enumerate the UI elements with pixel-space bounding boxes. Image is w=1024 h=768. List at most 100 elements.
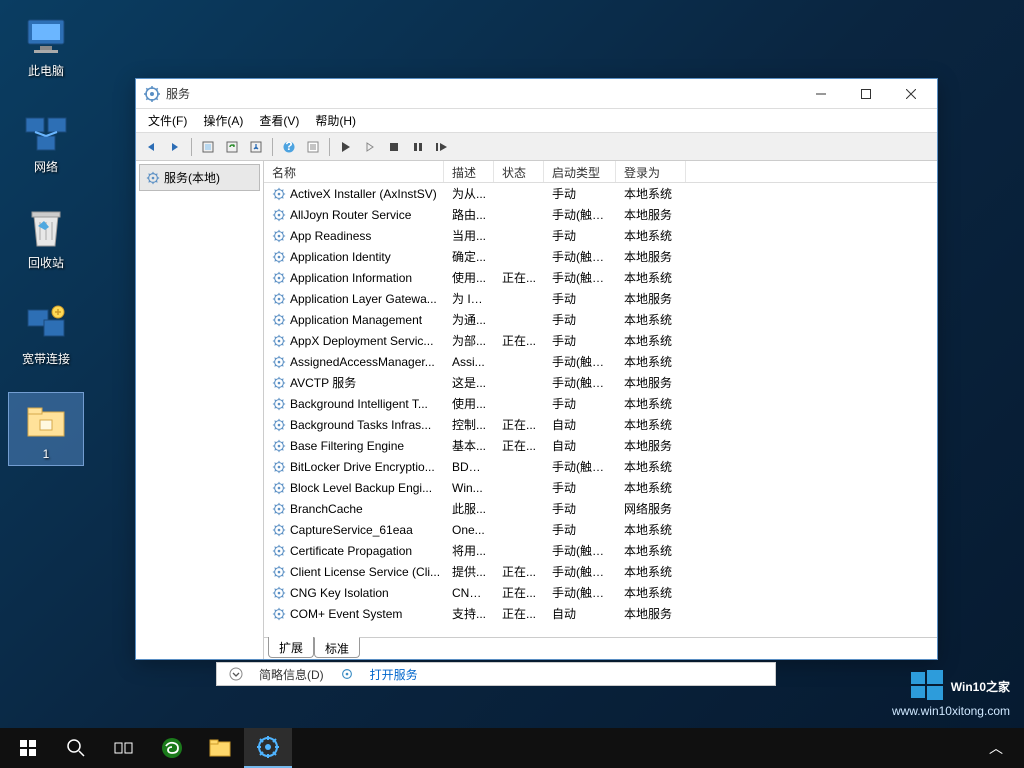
service-row[interactable]: BitLocker Drive Encryptio...BDE...手动(触发.… [264,456,937,477]
gear-icon [272,229,286,243]
menu-file[interactable]: 文件(F) [140,110,195,131]
stop-service-button[interactable] [383,136,405,158]
tab-extended[interactable]: 扩展 [268,637,314,658]
service-startup: 自动 [544,605,616,622]
forward-button[interactable] [164,136,186,158]
service-startup: 手动(触发... [544,206,616,223]
service-row[interactable]: Application Management为通...手动本地系统 [264,309,937,330]
folder-icon [22,397,70,445]
titlebar[interactable]: 服务 [136,79,937,109]
gear-icon [144,86,160,102]
chevron-down-icon[interactable] [229,667,243,681]
service-row[interactable]: BranchCache此服...手动网络服务 [264,498,937,519]
edge-icon[interactable] [148,728,196,768]
refresh-button[interactable] [221,136,243,158]
taskview-button[interactable] [100,728,148,768]
service-row[interactable]: Base Filtering Engine基本...正在...自动本地服务 [264,435,937,456]
col-name[interactable]: 名称 [264,161,444,182]
export-button[interactable] [245,136,267,158]
service-desc: 将用... [444,542,494,559]
open-services-link[interactable]: 打开服务 [370,666,418,683]
service-row[interactable]: ActiveX Installer (AxInstSV)为从...手动本地系统 [264,183,937,204]
start-button[interactable] [4,728,52,768]
close-button[interactable] [888,80,933,108]
service-name: AVCTP 服务 [264,374,444,391]
service-logon: 本地服务 [616,374,686,391]
settings-icon[interactable] [244,728,292,768]
service-desc: 基本... [444,437,494,454]
desktop-icon-recycle[interactable]: 回收站 [8,200,84,275]
service-row[interactable]: Block Level Backup Engi...Win...手动本地系统 [264,477,937,498]
gear-icon [272,355,286,369]
desktop-icon-network[interactable]: 网络 [8,104,84,179]
services-window: 服务 文件(F) 操作(A) 查看(V) 帮助(H) ? [135,78,938,660]
search-button[interactable] [52,728,100,768]
service-startup: 手动(触发... [544,248,616,265]
service-row[interactable]: Application Layer Gatewa...为 In...手动本地服务 [264,288,937,309]
back-button[interactable] [140,136,162,158]
col-logon[interactable]: 登录为 [616,161,686,182]
desktop-icon-label: 此电脑 [28,62,64,79]
up-button[interactable] [197,136,219,158]
tray-chevron-icon[interactable]: ︿ [972,728,1020,768]
service-desc: BDE... [444,460,494,474]
gear-icon [272,544,286,558]
pause-service-button[interactable] [407,136,429,158]
service-row[interactable]: Application Information使用...正在...手动(触发..… [264,267,937,288]
col-desc[interactable]: 描述 [444,161,494,182]
view-tabs: 扩展 标准 [264,637,937,659]
service-name: CaptureService_61eaa [264,523,444,537]
service-row[interactable]: AssignedAccessManager...Assi...手动(触发...本… [264,351,937,372]
col-status[interactable]: 状态 [494,161,544,182]
maximize-button[interactable] [843,80,888,108]
service-name: ActiveX Installer (AxInstSV) [264,187,444,201]
service-row[interactable]: CNG Key IsolationCNG...正在...手动(触发...本地系统 [264,582,937,603]
service-logon: 本地系统 [616,479,686,496]
tab-standard[interactable]: 标准 [314,637,360,658]
restart-service-button[interactable] [431,136,453,158]
service-row[interactable]: Client License Service (Cli...提供...正在...… [264,561,937,582]
service-status: 正在... [494,416,544,433]
gear-icon [146,171,160,185]
service-row[interactable]: AVCTP 服务这是...手动(触发...本地服务 [264,372,937,393]
menu-view[interactable]: 查看(V) [251,110,307,131]
start-service-alt-button[interactable] [359,136,381,158]
service-row[interactable]: CaptureService_61eaaOne...手动本地系统 [264,519,937,540]
gear-icon [272,313,286,327]
menu-action[interactable]: 操作(A) [195,110,251,131]
windows-logo-icon [909,668,945,704]
service-row[interactable]: AllJoyn Router Service路由...手动(触发...本地服务 [264,204,937,225]
explorer-icon[interactable] [196,728,244,768]
service-row[interactable]: COM+ Event System支持...正在...自动本地服务 [264,603,937,624]
desktop-icon-dialup[interactable]: 宽带连接 [8,296,84,371]
gear-icon [340,667,354,681]
service-row[interactable]: AppX Deployment Servic...为部...正在...手动本地系… [264,330,937,351]
service-row[interactable]: Certificate Propagation将用...手动(触发...本地系统 [264,540,937,561]
service-row[interactable]: Application Identity确定...手动(触发...本地服务 [264,246,937,267]
service-desc: CNG... [444,586,494,600]
toolbar: ? [136,133,937,161]
menu-help[interactable]: 帮助(H) [307,110,364,131]
gear-icon [272,376,286,390]
properties-button[interactable] [302,136,324,158]
gear-icon [272,502,286,516]
gear-icon [272,271,286,285]
service-row[interactable]: App Readiness当用...手动本地系统 [264,225,937,246]
service-desc: 路由... [444,206,494,223]
col-startup[interactable]: 启动类型 [544,161,616,182]
desktop-icon-computer[interactable]: 此电脑 [8,8,84,83]
system-tray[interactable]: ︿ [972,728,1020,768]
service-startup: 手动(触发... [544,458,616,475]
desktop-icon-folder[interactable]: 1 [8,392,84,466]
service-desc: 确定... [444,248,494,265]
help-button[interactable]: ? [278,136,300,158]
service-row[interactable]: Background Tasks Infras...控制...正在...自动本地… [264,414,937,435]
service-list[interactable]: ActiveX Installer (AxInstSV)为从...手动本地系统A… [264,183,937,637]
tree-root-services[interactable]: 服务(本地) [139,164,260,191]
minimize-button[interactable] [798,80,843,108]
service-desc: One... [444,523,494,537]
service-name: Application Layer Gatewa... [264,292,444,306]
start-service-button[interactable] [335,136,357,158]
service-row[interactable]: Background Intelligent T...使用...手动本地系统 [264,393,937,414]
gear-icon [272,586,286,600]
